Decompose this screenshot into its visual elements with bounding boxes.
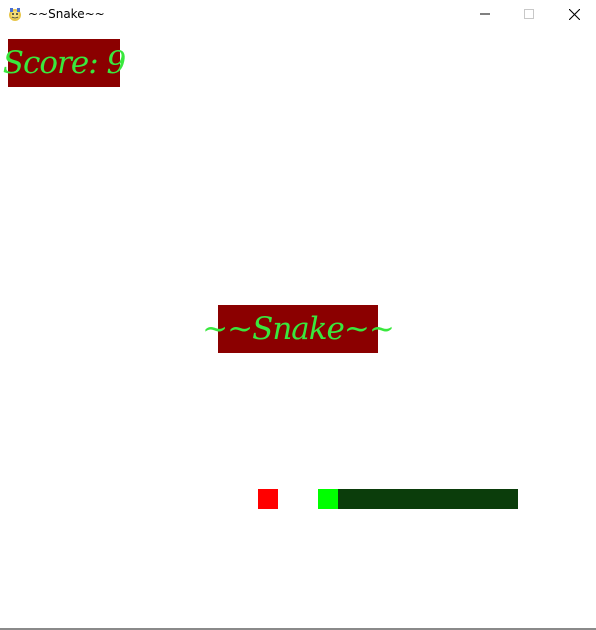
snake-body <box>338 489 518 509</box>
game-canvas[interactable]: Score: 9 ~~Snake~~ <box>0 28 596 628</box>
minimize-button[interactable] <box>462 0 508 28</box>
close-icon <box>568 8 580 20</box>
snake-head <box>318 489 338 509</box>
close-button[interactable] <box>551 0 596 28</box>
game-window: ~~Snake~~ Score: 9 ~~Snake~~ <box>0 0 596 630</box>
food-pellet <box>258 489 278 509</box>
title-bar[interactable]: ~~Snake~~ <box>0 0 596 28</box>
minimize-icon <box>480 13 490 15</box>
score-label: Score: 9 <box>3 39 126 87</box>
window-title: ~~Snake~~ <box>28 7 105 21</box>
maximize-button[interactable] <box>506 0 552 28</box>
maximize-icon <box>524 9 534 19</box>
game-title-label: ~~Snake~~ <box>202 305 395 353</box>
pygame-snake-icon <box>9 8 21 21</box>
